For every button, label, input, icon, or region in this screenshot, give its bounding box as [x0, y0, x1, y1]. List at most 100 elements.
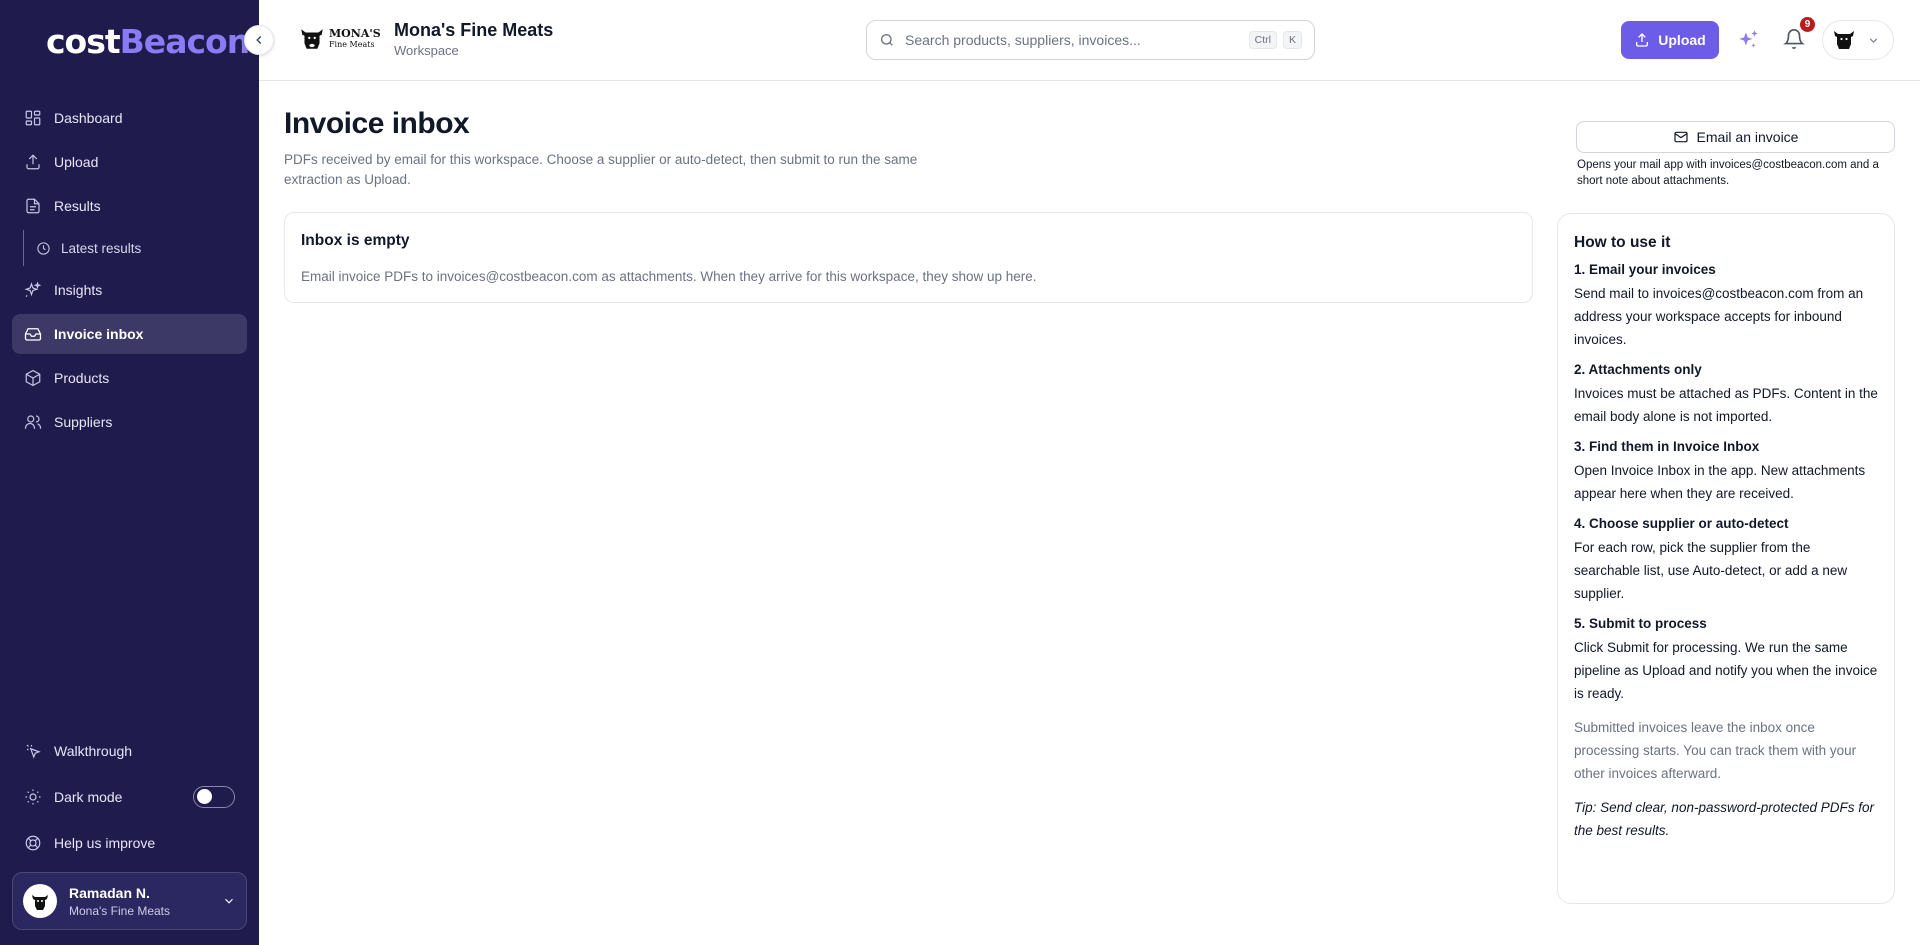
collapse-sidebar-button[interactable]	[244, 25, 274, 55]
costbeacon-logo[interactable]: costBeacon	[46, 22, 251, 61]
logo-line2: Fine Meats	[329, 40, 375, 49]
upload-icon	[26, 154, 40, 170]
dark-mode-toggle[interactable]	[193, 786, 235, 808]
document-icon	[26, 198, 40, 214]
sidebar-item-label: Dark mode	[54, 789, 123, 805]
sidebar-item-walkthrough[interactable]: Walkthrough	[12, 731, 247, 771]
workspace-logo: MONA'S Fine Meats	[299, 25, 381, 53]
sparkles-icon	[24, 281, 42, 298]
sparkles-icon	[1739, 30, 1758, 48]
step-text: Send mail to invoices@costbeacon.com fro…	[1574, 286, 1864, 347]
cow-logo-icon	[32, 895, 48, 910]
sidebar-item-label: Insights	[54, 282, 103, 298]
workspace-label: Workspace	[394, 43, 459, 58]
brand-part2: Beacon	[119, 22, 251, 61]
user-info: Ramadan N. Mona's Fine Meats	[69, 885, 170, 918]
sidebar-nav: Dashboard Upload Results Latest results …	[12, 98, 247, 446]
step-text: For each row, pick the supplier from the…	[1574, 540, 1848, 601]
empty-state-text: Email invoice PDFs to invoices@costbeaco…	[301, 269, 1037, 284]
search-input[interactable]	[905, 32, 1243, 48]
user-name: Ramadan N.	[69, 884, 150, 901]
grid-icon	[25, 110, 41, 126]
step-text: Click Submit for processing. We run the …	[1574, 640, 1878, 701]
chevron-down-icon	[225, 898, 233, 904]
inbox-empty-state: Inbox is empty Email invoice PDFs to inv…	[284, 212, 1533, 303]
ai-assistant-button[interactable]	[1735, 27, 1761, 58]
help-step: 5. Submit to process Click Submit for pr…	[1574, 616, 1878, 705]
sidebar-item-label: Help us improve	[54, 835, 156, 851]
brand-part1: cost	[46, 22, 121, 61]
email-invoice-button[interactable]: Email an invoice	[1576, 121, 1895, 153]
help-title: How to use it	[1574, 234, 1671, 251]
search-icon	[881, 34, 893, 46]
notifications-button[interactable]	[1783, 28, 1805, 55]
avatar	[1829, 25, 1859, 55]
toggle-knob	[197, 789, 212, 804]
step-text: Invoices must be attached as PDFs. Conte…	[1574, 386, 1878, 424]
account-menu[interactable]	[1822, 20, 1894, 60]
help-icon	[25, 835, 41, 851]
pointer-icon	[26, 744, 41, 759]
cow-logo-icon	[1834, 31, 1854, 49]
email-invoice-label: Email an invoice	[1696, 129, 1799, 145]
shortcut-ctrl-key: Ctrl	[1248, 31, 1277, 49]
sidebar-item-dashboard[interactable]: Dashboard	[12, 98, 247, 138]
help-step: 2. Attachments only Invoices must be att…	[1574, 362, 1878, 428]
empty-state-title: Inbox is empty	[301, 232, 410, 249]
step-title: 4. Choose supplier or auto-detect	[1574, 516, 1789, 531]
help-step: 4. Choose supplier or auto-detect For ea…	[1574, 516, 1878, 605]
mail-icon	[1673, 131, 1688, 143]
sidebar-item-label: Latest results	[61, 240, 142, 256]
sun-icon	[25, 789, 41, 805]
help-tip: Tip: Send clear, non-password-protected …	[1574, 800, 1875, 838]
inbox-icon	[24, 328, 42, 341]
search-bar[interactable]: Ctrl K	[866, 20, 1315, 60]
sidebar-item-upload[interactable]: Upload	[12, 142, 247, 182]
chevron-down-icon	[1869, 37, 1878, 43]
workspace-logo-text: MONA'S Fine Meats	[329, 28, 381, 50]
users-icon	[24, 415, 42, 429]
sidebar-item-invoice-inbox[interactable]: Invoice inbox	[12, 314, 247, 354]
avatar	[23, 884, 57, 918]
user-workspace: Mona's Fine Meats	[69, 903, 170, 918]
sidebar-item-label: Dashboard	[54, 110, 123, 126]
sidebar-bottom-nav: Walkthrough Dark mode Help us improve	[12, 731, 247, 869]
upload-icon	[1636, 33, 1649, 47]
sidebar-item-label: Results	[54, 198, 101, 214]
step-title: 1. Email your invoices	[1574, 262, 1716, 277]
chevron-left-icon	[256, 36, 262, 44]
clock-icon	[37, 241, 50, 255]
sidebar-item-label: Walkthrough	[54, 743, 133, 759]
step-text: Open Invoice Inbox in the app. New attac…	[1574, 463, 1866, 501]
upload-button-label: Upload	[1658, 32, 1706, 48]
email-invoice-note: Opens your mail app with invoices@costbe…	[1577, 159, 1879, 187]
help-step: 3. Find them in Invoice Inbox Open Invoi…	[1574, 439, 1878, 505]
cow-logo-icon	[301, 29, 323, 49]
sidebar-item-label: Products	[54, 370, 110, 386]
step-title: 5. Submit to process	[1574, 616, 1707, 631]
top-header: MONA'S Fine Meats Mona's Fine Meats Works…	[259, 0, 1920, 81]
step-title: 3. Find them in Invoice Inbox	[1574, 439, 1760, 454]
sidebar-item-help-us-improve[interactable]: Help us improve	[12, 823, 247, 863]
sidebar-item-suppliers[interactable]: Suppliers	[12, 402, 247, 442]
page-title: Invoice inbox	[284, 107, 470, 140]
workspace-name: Mona's Fine Meats	[394, 20, 554, 40]
box-icon	[25, 369, 41, 387]
user-menu[interactable]: Ramadan N. Mona's Fine Meats	[12, 872, 247, 930]
help-note: Submitted invoices leave the inbox once …	[1574, 720, 1857, 781]
upload-button[interactable]: Upload	[1621, 21, 1719, 59]
help-step: 1. Email your invoices Send mail to invo…	[1574, 262, 1878, 351]
notification-badge: 9	[1799, 16, 1816, 33]
sidebar-item-results[interactable]: Results	[12, 186, 247, 226]
sidebar-item-dark-mode: Dark mode	[12, 777, 247, 817]
sidebar-item-products[interactable]: Products	[12, 358, 247, 398]
page-description: PDFs received by email for this workspac…	[284, 152, 918, 187]
sidebar-item-latest-results[interactable]: Latest results	[23, 230, 247, 266]
sidebar-item-label: Invoice inbox	[54, 326, 144, 342]
sidebar: costBeacon Dashboard Upload Results Late…	[0, 0, 259, 945]
how-to-use-panel: How to use it 1. Email your invoices Sen…	[1557, 213, 1895, 904]
shortcut-k-key: K	[1282, 31, 1302, 49]
step-title: 2. Attachments only	[1574, 362, 1702, 377]
sidebar-item-label: Suppliers	[54, 414, 113, 430]
sidebar-item-insights[interactable]: Insights	[12, 270, 247, 310]
